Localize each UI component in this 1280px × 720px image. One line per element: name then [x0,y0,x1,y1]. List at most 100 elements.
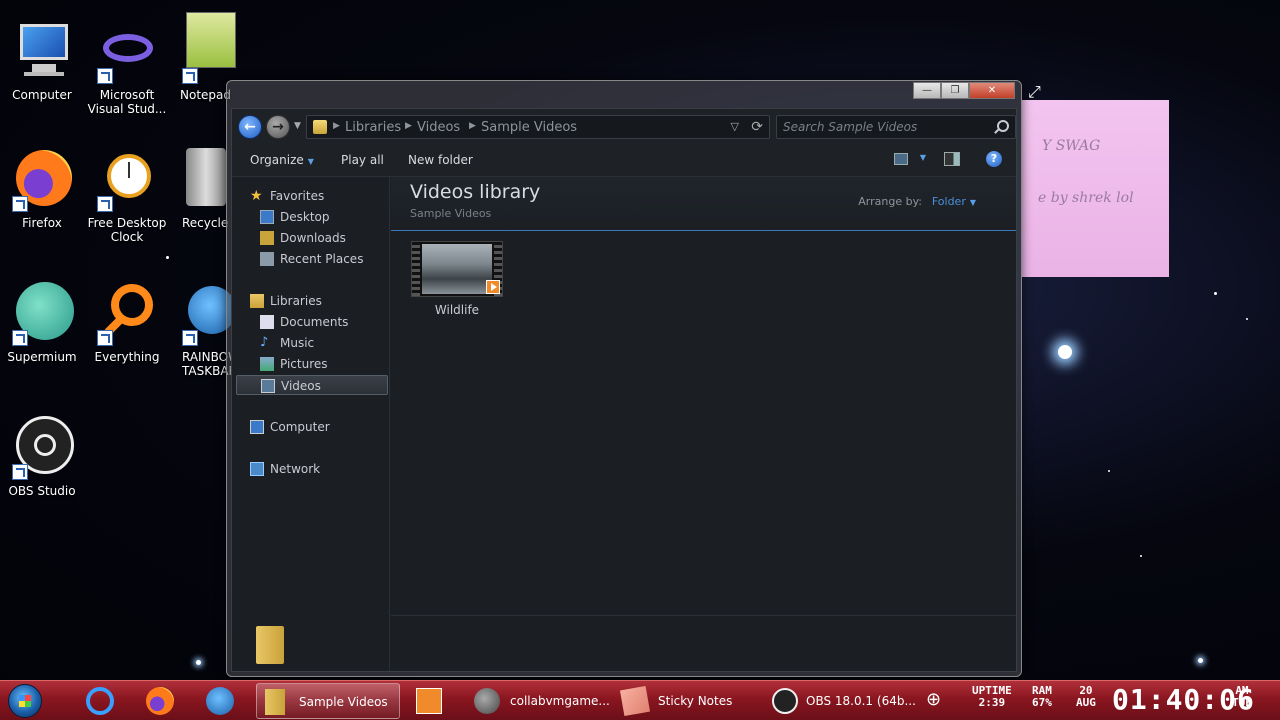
sticky-note[interactable]: Y SWAG e by shrek lol [1022,100,1169,277]
taskbar-button-collabvm[interactable]: collabvmgame... [470,683,610,719]
breadcrumb-videos[interactable]: Videos [417,120,460,135]
desktop-icon-free-desktop-clock[interactable]: Free Desktop Clock [85,148,169,244]
library-title: Videos library [410,181,541,203]
address-box[interactable]: ▶ Libraries ▶ Videos ▶ Sample Videos ▽ ⟳ [306,115,770,139]
supermium-icon [10,282,74,346]
star [196,660,201,665]
weekday: TUE [1232,696,1252,709]
nav-item-recent-places[interactable]: Recent Places [232,249,388,269]
uptime-gadget: UPTIME 2:39 [972,685,1012,709]
desktop-icon-label: Firefox [22,216,62,230]
play-all-button[interactable]: Play all [341,153,384,167]
desktop-icon-computer[interactable]: Computer [0,20,84,102]
desktop-icon-label: Free Desktop Clock [87,216,167,244]
desktop-icon-supermium[interactable]: Supermium [0,282,84,364]
nav-item-label: Network [270,462,321,476]
arrange-by-dropdown[interactable]: Folder ▼ [932,195,976,208]
taskbar-button-obs[interactable]: OBS 18.0.1 (64b... [768,683,916,719]
nav-item-favorites[interactable]: ★ Favorites [232,186,388,206]
library-subtitle: Sample Videos [410,207,492,220]
search-input[interactable] [783,119,983,135]
maximize-button[interactable]: ❐ [941,82,969,99]
folder-icon [313,120,327,134]
nav-item-computer[interactable]: Computer [232,417,388,437]
video-frame [422,244,492,294]
desktop-icon-everything[interactable]: Everything [85,282,169,364]
nav-item-desktop[interactable]: Desktop [232,207,388,227]
breadcrumb-arrow-icon[interactable]: ▶ [333,121,340,131]
nav-item-label: Recent Places [280,252,364,266]
date-month: AUG [1076,696,1096,709]
sticky-notes-icon [619,685,651,717]
chevron-down-icon: ▼ [969,198,976,207]
folder-icon [265,689,285,715]
breadcrumb-libraries[interactable]: Libraries [345,120,401,135]
search-icon[interactable] [997,120,1009,132]
nav-item-label: Desktop [280,210,330,224]
nav-item-label: Videos [281,379,321,393]
taskbar-button-label: Sticky Notes [658,694,733,708]
nav-item-network[interactable]: Network [232,459,388,479]
star [1214,292,1217,295]
file-item-wildlife[interactable]: Wildlife [411,241,503,317]
desktop-icon-visual-studio[interactable]: Microsoft Visual Stud... [85,20,169,116]
uptime-value: 2:39 [978,696,1006,709]
sticky-note-line: e by shrek lol [1038,190,1134,206]
taskbar-button-sample-videos[interactable]: Sample Videos [256,683,400,719]
nav-item-downloads[interactable]: Downloads [232,228,388,248]
back-button[interactable]: ← [238,115,262,139]
windows-logo-icon[interactable] [204,685,236,717]
shortcut-arrow-icon [97,330,113,346]
desktop-icon-label: Supermium [7,350,77,364]
preview-pane-icon[interactable] [944,152,960,166]
organize-label: Organize [250,153,304,167]
breadcrumb-sample-videos[interactable]: Sample Videos [481,120,577,135]
nav-item-label: Downloads [280,231,346,245]
desktop-icon-label: OBS Studio [8,484,76,498]
help-icon[interactable]: ? [986,151,1002,167]
minimize-button[interactable]: — [913,82,941,99]
shortcut-arrow-icon [97,196,113,212]
taskbar-button-media-player[interactable] [410,683,450,719]
star [1198,658,1203,663]
new-folder-button[interactable]: New folder [408,153,473,167]
desktop-icon-firefox[interactable]: Firefox [0,148,84,230]
shortcut-arrow-icon [182,330,198,346]
star [1140,555,1142,557]
close-button[interactable]: ✕ [969,82,1015,99]
breadcrumb-arrow-icon[interactable]: ▶ [405,121,412,131]
address-dropdown-icon[interactable]: ▽ [731,120,739,133]
refresh-icon[interactable]: ⟳ [751,119,763,135]
nav-item-documents[interactable]: Documents [232,312,388,332]
star [1108,470,1110,472]
notification-area-expand-icon[interactable]: ⊕ [926,689,941,710]
recent-pages-dropdown-icon[interactable]: ▼ [294,121,301,131]
navigation-pane: ★ Favorites Desktop Downloads Recent Pla… [232,177,390,671]
chevron-down-icon[interactable]: ▼ [920,153,926,162]
file-view: Videos library Sample Videos Arrange by:… [391,177,1016,615]
arrange-by-label: Arrange by: [858,195,922,208]
nav-item-label: Music [280,336,315,350]
folder-icon [256,626,284,664]
desktop-icon-obs-studio[interactable]: OBS Studio [0,416,84,498]
forward-button[interactable]: → [266,115,290,139]
nav-item-videos[interactable]: Videos [236,375,388,395]
ram-gadget: RAM 67% [1032,685,1052,709]
organize-button[interactable]: Organize ▼ [250,153,314,167]
firefox-icon[interactable] [144,685,176,717]
monitor-icon [10,20,74,84]
internet-explorer-icon[interactable] [84,685,116,717]
nav-item-music[interactable]: ♪ Music [232,333,388,353]
start-button[interactable] [8,684,42,718]
nav-item-pictures[interactable]: Pictures [232,354,388,374]
change-view-icon[interactable] [894,153,908,165]
nav-item-label: Libraries [270,294,322,308]
nav-item-libraries[interactable]: Libraries [232,291,388,311]
videos-icon [261,379,275,393]
breadcrumb-arrow-icon[interactable]: ▶ [469,121,476,131]
recent-places-icon [260,252,274,266]
film-strip-edge [412,242,420,296]
search-box[interactable] [776,115,1016,139]
details-pane [256,615,1016,671]
taskbar-button-sticky-notes[interactable]: Sticky Notes [618,683,758,719]
